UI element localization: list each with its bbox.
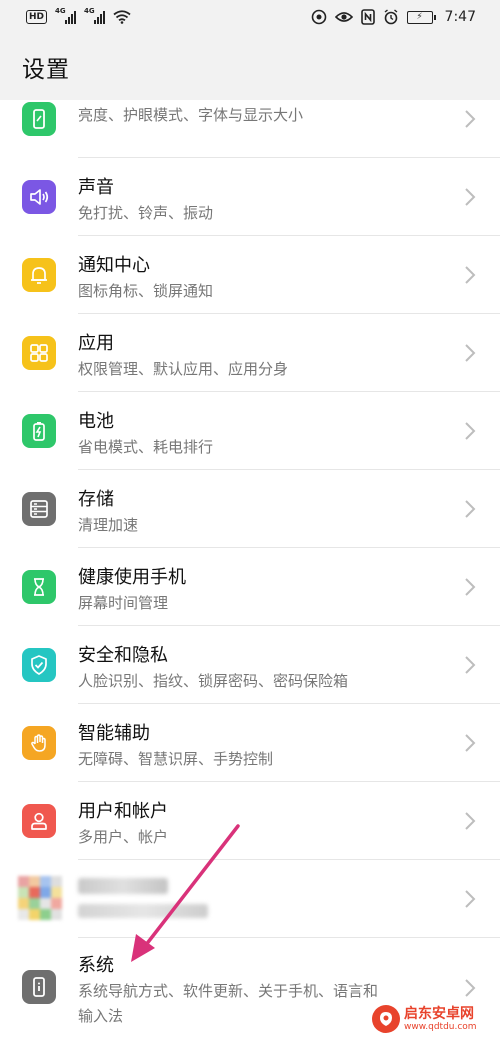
settings-item-notifications[interactable]: 通知中心 图标角标、锁屏通知 xyxy=(0,236,500,314)
settings-item-hidden[interactable] xyxy=(0,860,500,938)
storage-icon xyxy=(22,492,56,526)
settings-item-users[interactable]: 用户和帐户 多用户、帐户 xyxy=(0,782,500,860)
settings-item-digital-balance[interactable]: 健康使用手机 屏幕时间管理 xyxy=(0,548,500,626)
settings-item-subtitle: 清理加速 xyxy=(78,516,139,534)
speaker-icon xyxy=(22,180,56,214)
battery-status-icon: ⚡ xyxy=(406,10,436,24)
settings-item-subtitle: 屏幕时间管理 xyxy=(78,594,169,612)
settings-header: 设置 xyxy=(0,34,500,100)
chevron-right-icon xyxy=(465,578,476,596)
settings-item-title: 健康使用手机 xyxy=(78,567,186,588)
watermark-url: www.qdtdu.com xyxy=(404,1021,477,1032)
display-phone-icon xyxy=(22,102,56,136)
clock: 7:47 xyxy=(444,9,476,25)
chevron-right-icon xyxy=(465,890,476,908)
sim1-signal-icon: 4G xyxy=(55,7,77,24)
alarm-icon xyxy=(384,9,397,25)
user-icon xyxy=(22,804,56,838)
settings-item-subtitle: 图标角标、锁屏通知 xyxy=(78,282,214,300)
settings-item-title: 用户和帐户 xyxy=(78,801,168,822)
apps-grid-icon xyxy=(22,336,56,370)
watermark-logo-icon xyxy=(372,1005,400,1033)
hourglass-icon xyxy=(22,570,56,604)
battery-icon xyxy=(22,414,56,448)
sim2-signal-icon: 4G xyxy=(84,7,106,24)
hand-icon xyxy=(22,726,56,760)
chevron-right-icon xyxy=(465,344,476,362)
settings-item-storage[interactable]: 存储 清理加速 xyxy=(0,470,500,548)
settings-item-title: 声音 xyxy=(78,177,114,198)
chevron-right-icon xyxy=(465,500,476,518)
settings-item-display[interactable]: 显示 亮度、护眼模式、字体与显示大小 xyxy=(0,100,500,158)
settings-item-subtitle: 无障碍、智慧识屏、手势控制 xyxy=(78,750,274,768)
wifi-icon xyxy=(113,10,131,24)
settings-item-subtitle: 系统导航方式、软件更新、关于手机、语言和 xyxy=(78,982,379,1000)
chevron-right-icon xyxy=(465,979,476,997)
blurred-app-icon xyxy=(18,876,62,920)
settings-item-title: 存储 xyxy=(78,489,114,510)
blurred-title xyxy=(78,878,168,894)
chevron-right-icon xyxy=(465,734,476,752)
settings-item-sound[interactable]: 声音 免打扰、铃声、振动 xyxy=(0,158,500,236)
blurred-subtitle xyxy=(78,904,208,918)
settings-list[interactable]: 显示 亮度、护眼模式、字体与显示大小 声音 免打扰、铃声、振动 通知中心 图标角… xyxy=(0,100,500,1039)
settings-item-title: 系统 xyxy=(78,955,114,976)
watermark: 启东安卓网 www.qdtdu.com xyxy=(372,1002,496,1036)
eye-comfort-icon xyxy=(311,9,326,25)
chevron-right-icon xyxy=(465,266,476,284)
watermark-name: 启东安卓网 xyxy=(404,1005,474,1022)
settings-item-subtitle: 免打扰、铃声、振动 xyxy=(78,204,214,222)
phone-info-icon xyxy=(22,970,56,1004)
status-bar: HD 4G 4G ⚡ 7:47 xyxy=(0,0,500,34)
settings-item-title: 电池 xyxy=(78,411,114,432)
eye-icon xyxy=(334,12,353,22)
shield-check-icon xyxy=(22,648,56,682)
settings-item-title: 智能辅助 xyxy=(78,723,150,744)
status-right: ⚡ 7:47 xyxy=(311,9,476,25)
settings-item-title: 通知中心 xyxy=(78,255,150,276)
settings-item-accessibility[interactable]: 智能辅助 无障碍、智慧识屏、手势控制 xyxy=(0,704,500,782)
settings-item-subtitle: 亮度、护眼模式、字体与显示大小 xyxy=(78,106,304,124)
status-left: HD 4G 4G xyxy=(26,7,131,24)
settings-item-subtitle: 权限管理、默认应用、应用分身 xyxy=(78,360,289,378)
chevron-right-icon xyxy=(465,422,476,440)
bell-icon xyxy=(22,258,56,292)
nfc-icon xyxy=(360,9,375,25)
settings-item-title: 应用 xyxy=(78,333,114,354)
chevron-right-icon xyxy=(465,188,476,206)
chevron-right-icon xyxy=(465,812,476,830)
settings-item-title: 显示 xyxy=(78,100,114,102)
settings-item-title: 安全和隐私 xyxy=(78,645,168,666)
settings-item-subtitle: 省电模式、耗电排行 xyxy=(78,438,214,456)
settings-item-subtitle: 人脸识别、指纹、锁屏密码、密码保险箱 xyxy=(78,672,349,690)
chevron-right-icon xyxy=(465,656,476,674)
chevron-right-icon xyxy=(465,110,476,128)
settings-item-security[interactable]: 安全和隐私 人脸识别、指纹、锁屏密码、密码保险箱 xyxy=(0,626,500,704)
hd-badge: HD xyxy=(26,10,48,24)
settings-item-subtitle-line2: 输入法 xyxy=(78,1007,124,1025)
settings-item-subtitle: 多用户、帐户 xyxy=(78,828,169,846)
page-title: 设置 xyxy=(22,57,70,83)
settings-item-apps[interactable]: 应用 权限管理、默认应用、应用分身 xyxy=(0,314,500,392)
settings-item-battery[interactable]: 电池 省电模式、耗电排行 xyxy=(0,392,500,470)
